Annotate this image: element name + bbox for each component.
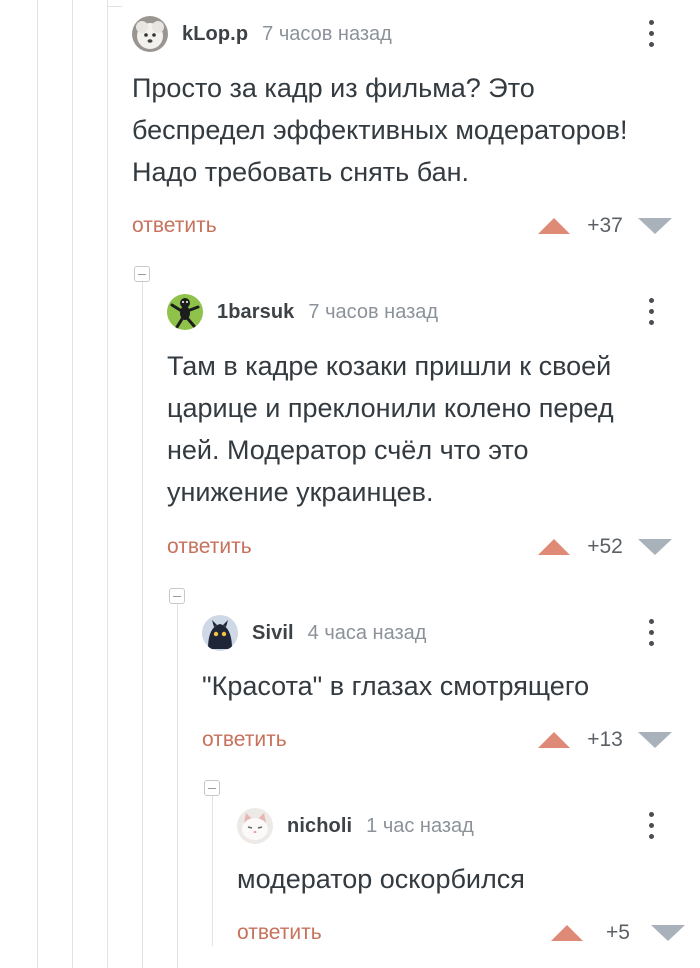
vote-controls: +37 [538, 211, 672, 241]
downvote-arrow-icon[interactable] [638, 218, 672, 234]
more-options-icon[interactable] [640, 294, 664, 330]
reply-button[interactable]: ответить [167, 535, 252, 559]
collapse-toggle-2[interactable] [169, 588, 185, 604]
upvote-arrow-icon[interactable] [538, 218, 570, 234]
dancing-figure-avatar-icon[interactable] [167, 294, 203, 330]
comment-score: +13 [587, 728, 623, 751]
comment-time: 7 часов назад [262, 22, 392, 45]
comment-text-line: "Красота" в глазах смотрящего [202, 671, 590, 701]
white-cat-avatar-icon[interactable] [237, 808, 273, 844]
collapse-toggle-1[interactable] [134, 266, 150, 282]
comment-time: 4 часа назад [307, 621, 427, 644]
comment-sivil: Sivil 4 часа назад "Красота" в глазах см… [202, 613, 692, 763]
upvote-arrow-icon[interactable] [551, 925, 583, 941]
comment-score: +52 [587, 535, 623, 558]
comment-score: +5 [606, 921, 630, 944]
downvote-arrow-icon[interactable] [638, 539, 672, 555]
comment-text-line: беспредел эффективных модераторов! [132, 115, 628, 145]
downvote-arrow-icon[interactable] [651, 925, 685, 941]
comment-text-line: унижение украинцев. [167, 477, 434, 507]
dark-creature-avatar-icon[interactable] [202, 615, 238, 651]
comment-header: kLop.p 7 часов назад [132, 14, 392, 54]
white-dog-avatar-icon[interactable] [132, 16, 168, 52]
comment-author[interactable]: kLop.p [182, 23, 248, 46]
vote-controls: +13 [538, 725, 672, 755]
collapse-toggle-3[interactable] [204, 780, 220, 796]
vote-controls: +5 [551, 918, 685, 948]
comment-header: 1barsuk 7 часов назад [167, 292, 438, 332]
comment-header: nicholi 1 час назад [237, 806, 474, 846]
thread-line-3 [107, 0, 108, 968]
more-options-icon[interactable] [640, 615, 664, 651]
comment-text-line: царице и преклонили колено перед [167, 393, 614, 423]
thread-line-4 [142, 282, 143, 968]
vote-controls: +52 [538, 532, 672, 562]
reply-button[interactable]: ответить [237, 921, 322, 945]
comment-1barsuk: 1barsuk 7 часов назад Там в кадре козаки… [167, 292, 692, 572]
thread-line-6 [212, 796, 213, 946]
comment-text-line: модератор оскорбился [237, 864, 525, 894]
reply-button[interactable]: ответить [132, 214, 217, 238]
comment-score: +37 [587, 214, 623, 237]
thread-line-1 [37, 0, 38, 968]
comment-text-line: Просто за кадр из фильма? Это [132, 73, 535, 103]
comment-header: Sivil 4 часа назад [202, 613, 426, 653]
upvote-arrow-icon[interactable] [538, 539, 570, 555]
comment-time: 7 часов назад [308, 300, 439, 323]
thread-line-2 [72, 0, 73, 968]
comment-time: 1 час назад [366, 814, 474, 837]
thread-line-5 [177, 604, 178, 968]
comment-text: Там в кадре козаки пришли к своей царице… [167, 345, 614, 513]
reply-button[interactable]: ответить [202, 728, 287, 752]
downvote-arrow-icon[interactable] [638, 732, 672, 748]
comment-nicholi: nicholi 1 час назад модератор оскорбился… [237, 806, 692, 956]
comment-text-line: Надо требовать снять бан. [132, 157, 469, 187]
thread-connector [108, 6, 122, 7]
comment-text-line: Там в кадре козаки пришли к своей [167, 351, 612, 381]
comment-author[interactable]: nicholi [287, 815, 352, 838]
upvote-arrow-icon[interactable] [538, 732, 570, 748]
comment-text: модератор оскорбился [237, 858, 525, 900]
comment-klop: kLop.p 7 часов назад Просто за кадр из ф… [132, 14, 692, 254]
more-options-icon[interactable] [640, 808, 664, 844]
comment-author[interactable]: Sivil [252, 622, 294, 645]
comment-text: Просто за кадр из фильма? Это беспредел … [132, 67, 627, 193]
more-options-icon[interactable] [640, 16, 664, 52]
comment-author[interactable]: 1barsuk [217, 301, 294, 324]
comment-text-line: ней. Модератор счёл что это [167, 435, 529, 465]
comment-text: "Красота" в глазах смотрящего [202, 665, 589, 707]
